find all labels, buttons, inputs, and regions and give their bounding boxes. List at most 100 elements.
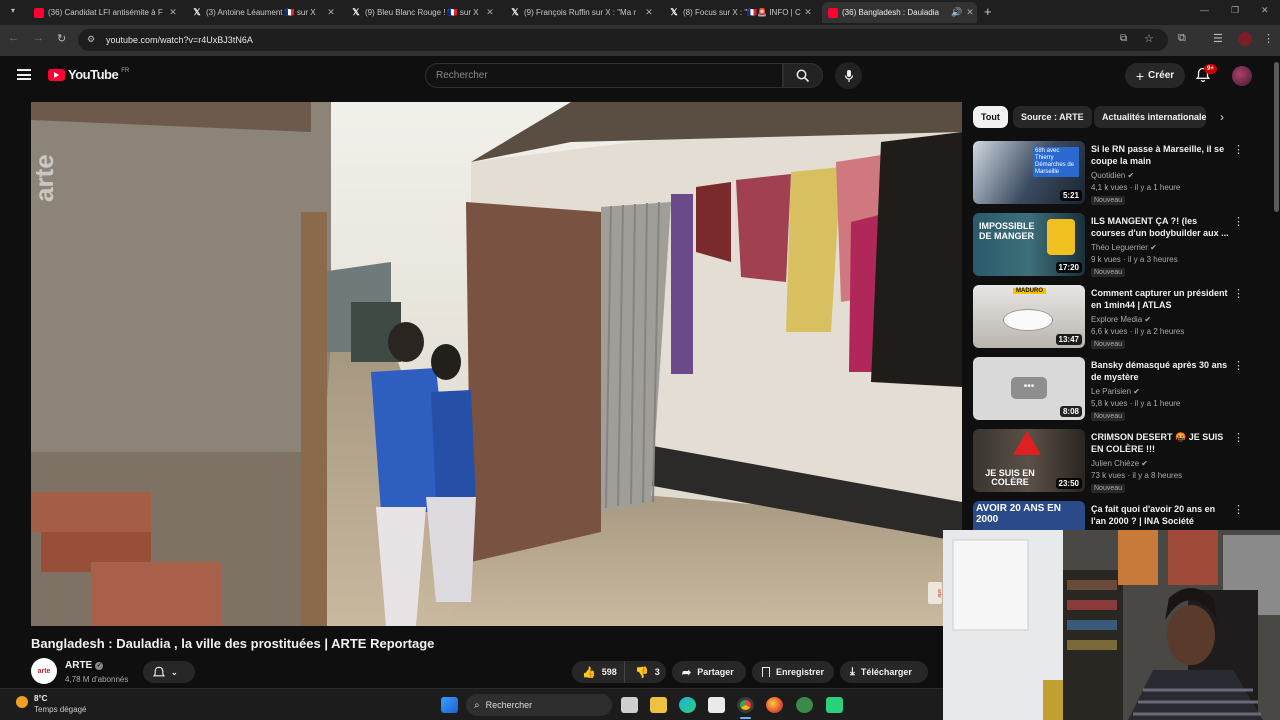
file-explorer-icon[interactable] [650,697,667,713]
taskbar-search-box[interactable]: ⌕ Rechercher [466,694,612,716]
recommended-video[interactable]: IMPOSSIBLE DE MANGER 17:20 ILS MANGENT Ç… [973,213,1244,279]
thumbs-up-icon: 👍 [582,666,596,679]
app-icon[interactable] [796,697,813,713]
chrome-icon[interactable] [737,697,754,713]
x-icon: 𝕏 [670,7,678,17]
more-options-icon[interactable]: ⋮ [1233,503,1243,516]
recommended-meta: 9 k vues · il y a 3 heures [1091,255,1178,264]
more-options-icon[interactable]: ⋮ [1233,215,1244,228]
recommended-channel[interactable]: Explore Media ✔ [1091,315,1151,324]
maximize-window-icon[interactable]: ❐ [1231,5,1239,16]
account-avatar[interactable] [1232,66,1252,86]
chip-international-news[interactable]: Actualités internationales [1094,106,1206,128]
subscriber-count: 4,78 M d'abonnés [65,675,129,684]
page-scrollbar[interactable] [1274,62,1279,212]
video-thumbnail: JE SUIS EN COLÈRE 23:50 [973,429,1085,492]
video-thumbnail: ••• 8:08 [973,357,1085,420]
close-tab-icon[interactable]: ✕ [324,7,338,18]
close-tab-icon[interactable]: ✕ [642,7,656,18]
tab-search-button[interactable]: ▾ [6,6,20,20]
more-options-icon[interactable]: ⋮ [1233,431,1244,444]
close-tab-icon[interactable]: ✕ [166,7,180,18]
chips-next-arrow-icon[interactable]: › [1220,110,1224,124]
search-input[interactable]: Rechercher [425,63,783,88]
share-arrow-icon: ➦ [682,666,692,679]
windows-taskbar: 8°C Temps dégagé ⌕ Rechercher [0,688,943,720]
firefox-icon[interactable] [766,697,783,713]
close-window-icon[interactable]: ✕ [1261,5,1269,16]
address-bar[interactable]: ⚙ youtube.com/watch?v=r4UxBJ3tN6A ⧉ ☆ [78,29,1168,51]
save-button[interactable]: Enregistrer [752,661,834,683]
arte-corner-logo: arte [928,582,942,604]
back-arrow-icon[interactable]: ← [8,32,19,44]
recommended-channel[interactable]: Théo Leguerrier ✔ [1091,243,1157,252]
download-icon: ⤓ [850,665,855,678]
channel-avatar[interactable]: arte [31,658,57,684]
task-view-icon[interactable] [621,697,638,713]
more-options-icon[interactable]: ⋮ [1233,143,1244,156]
chip-source-arte[interactable]: Source : ARTE [1013,106,1092,128]
recommended-video[interactable]: 68h avec Thierry Démarches de Marseille … [973,141,1244,207]
browser-menu-icon[interactable]: ⋮ [1263,32,1274,45]
channel-name[interactable]: ARTE ✓ [65,660,104,671]
browser-tab[interactable]: 𝕏 (3) Antoine Léaument 🇫🇷 sur X ✕ [186,2,338,23]
forward-arrow-icon[interactable]: → [33,32,44,44]
chip-all[interactable]: Tout [973,106,1008,128]
voice-search-button[interactable] [835,62,862,89]
tab-groups-icon[interactable]: ☰ [1213,32,1223,45]
menu-hamburger-icon[interactable] [17,69,31,80]
search-button[interactable] [783,63,823,88]
subscribed-bell-button[interactable]: ⌄ [143,661,195,683]
video-player[interactable]: arte arte [31,102,962,626]
windows-start-icon[interactable] [441,697,458,713]
more-options-icon[interactable]: ⋮ [1233,287,1244,300]
site-info-icon[interactable]: ⚙ [87,34,95,45]
close-tab-icon[interactable]: ✕ [483,7,497,18]
store-icon[interactable] [708,697,725,713]
streaming-app-icon[interactable] [826,697,843,713]
youtube-logo[interactable]: YouTube FR [48,67,129,82]
notifications-button[interactable]: 9+ [1195,64,1217,83]
edge-browser-icon[interactable] [679,697,696,713]
duration-badge: 8:08 [1059,406,1082,417]
install-icon[interactable]: ⧉ [1120,33,1127,44]
recommended-video[interactable]: MADURO 13:47 Comment capturer un préside… [973,285,1244,351]
browser-tab[interactable]: 𝕏 (9) Bleu Blanc Rouge ! 🇫🇷 sur X ✕ [345,2,497,23]
new-tab-button[interactable]: + [984,4,992,19]
download-button[interactable]: ⤓ Télécharger [840,661,928,683]
reload-icon[interactable]: ↻ [57,32,66,45]
recommended-channel[interactable]: Quotidien ✔ [1091,171,1134,180]
minimize-window-icon[interactable]: — [1200,5,1209,15]
recommended-channel[interactable]: Julien Chièze ✔ [1091,459,1148,468]
youtube-icon [828,7,838,18]
more-options-icon[interactable]: ⋮ [1233,359,1244,372]
browser-tab[interactable]: (36) Candidat LFI antisémite à F ✕ [28,2,180,23]
webcam-frame [943,530,1280,720]
recommended-video[interactable]: JE SUIS EN COLÈRE 23:50 CRIMSON DESERT 🤬… [973,429,1244,495]
notification-badge: 9+ [1204,64,1217,74]
placeholder-dots-icon: ••• [1011,377,1047,399]
profile-avatar[interactable] [1238,32,1252,46]
video-title: Bangladesh : Dauladia , la ville des pro… [31,636,435,651]
video-thumbnail: 68h avec Thierry Démarches de Marseille … [973,141,1085,204]
youtube-header: YouTube FR Rechercher + Créer 9+ [0,56,1280,96]
extensions-icon[interactable]: ⧉ [1178,32,1186,45]
recommended-video[interactable]: AVOIR 20 ANS EN 2000 Ça fait quoi d'avoi… [973,501,1243,531]
like-button[interactable]: 👍 598 [572,661,624,683]
browser-tab[interactable]: 𝕏 (9) François Ruffin sur X : "Ma r ✕ [504,2,656,23]
dislike-button[interactable]: 👎 3 [624,661,666,683]
weather-widget[interactable]: 8°C Temps dégagé [12,692,132,718]
close-tab-icon[interactable]: ✕ [963,7,977,18]
speaker-icon[interactable]: 🔊 [951,7,963,18]
bookmark-star-icon[interactable]: ☆ [1144,32,1154,45]
share-button[interactable]: ➦ Partager [672,661,746,683]
recommended-video[interactable]: ••• 8:08 Bansky démasqué après 30 ans de… [973,357,1244,423]
create-button[interactable]: + Créer [1125,63,1185,88]
recommended-channel[interactable]: Le Parisien ✔ [1091,387,1140,396]
browser-tab-active[interactable]: (36) Bangladesh : Dauladia 🔊 ✕ [822,2,977,23]
x-icon: 𝕏 [511,7,519,17]
close-tab-icon[interactable]: ✕ [801,7,815,18]
browser-tab[interactable]: 𝕏 (8) Focus sur X : "🇫🇷🚨 INFO | C ✕ [663,2,815,23]
recommended-meta: 73 k vues · il y a 8 heures [1091,471,1183,480]
verified-check-icon: ✔ [1133,387,1140,396]
